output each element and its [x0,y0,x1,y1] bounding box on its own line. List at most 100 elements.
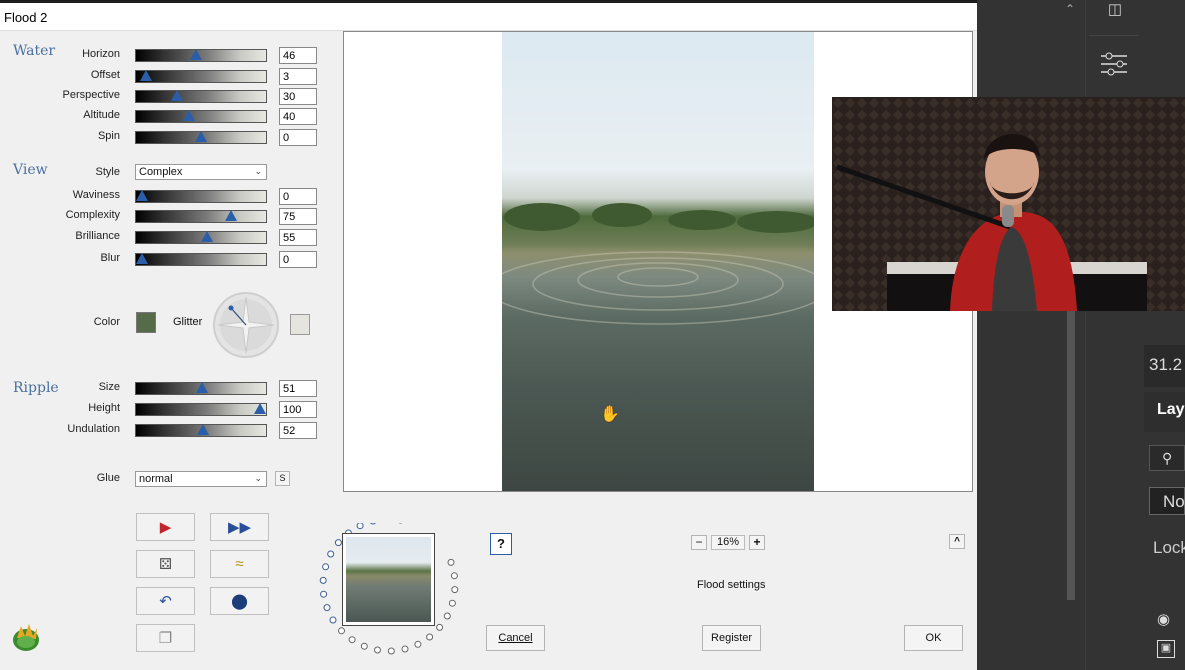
visibility-eye-icon[interactable]: ◉ [1157,610,1170,628]
slider-thumb[interactable] [171,90,184,101]
preset-dot[interactable] [450,572,458,580]
slider-thumb[interactable] [183,110,196,121]
preview-image [502,32,814,491]
sliders-icon[interactable] [1089,35,1139,90]
slider-spin[interactable] [135,131,267,144]
preset-dot[interactable] [426,633,434,641]
slider-blur[interactable] [135,253,267,266]
help-button[interactable]: ? [490,533,512,555]
reset-button[interactable]: ⬤ [210,587,269,615]
panel-scrollbar[interactable] [1067,300,1075,600]
style-dropdown[interactable]: Complex ⌄ [135,164,267,180]
app-logo [11,622,41,652]
chevron-down-icon: ⌄ [254,473,262,483]
search-layer-field[interactable]: ⚲ [1149,445,1185,471]
slider-size[interactable] [135,382,267,395]
preset-dot[interactable] [334,539,342,547]
style-value: Complex [139,166,183,178]
slider-altitude[interactable] [135,110,267,123]
glitter-dial[interactable] [212,291,280,359]
preset-dot[interactable] [401,645,409,653]
preset-dot[interactable] [369,517,377,525]
slider-thumb[interactable] [197,424,210,435]
ripple-rings [502,203,814,325]
preset-dot[interactable] [320,590,328,598]
layers-tab[interactable]: Lay [1144,392,1185,432]
value-field[interactable]: 31.2 [1144,345,1185,387]
slider-undulation[interactable] [135,424,267,437]
slider-height[interactable] [135,403,267,416]
slider-perspective[interactable] [135,90,267,103]
slider-thumb[interactable] [195,131,207,142]
preset-dot[interactable] [360,642,368,650]
preset-dot[interactable] [443,612,451,620]
zoom-out-button[interactable]: − [691,535,707,550]
glitter-swatch[interactable] [290,314,310,335]
preset-dot[interactable] [387,647,395,655]
slider-thumb[interactable] [190,49,203,60]
preset-thumbnail[interactable] [342,533,435,626]
thumbnail-image [346,537,431,622]
slider-thumb[interactable] [196,382,209,393]
slider-thumb[interactable] [136,253,148,264]
preset-dot[interactable] [329,616,337,624]
layer-thumb-icon[interactable]: ▣ [1157,640,1175,658]
slider-value-field[interactable]: 51 [279,380,317,397]
layer-tool-icon[interactable]: ◫ [1095,0,1135,22]
copy-button[interactable]: ❐ [136,624,195,652]
preset-dot[interactable] [448,599,456,607]
preset-dot[interactable] [447,558,455,566]
copy-icon: ❐ [158,630,173,647]
ok-button[interactable]: OK [904,625,963,651]
slider-thumb[interactable] [136,190,148,201]
title-bar[interactable]: Flood 2 [0,3,977,31]
preset-dot[interactable] [451,586,459,594]
slider-value-field[interactable]: 75 [279,208,317,225]
slider-value-field[interactable]: 52 [279,422,317,439]
forward-button[interactable]: ▶▶ [210,513,269,541]
register-button[interactable]: Register [702,625,761,651]
slider-thumb[interactable] [200,231,213,242]
cancel-button[interactable]: Cancel [486,625,545,651]
slider-value-field[interactable]: 55 [279,229,317,246]
slider-value-field[interactable]: 0 [279,188,317,205]
slider-value-field[interactable]: 100 [279,401,317,418]
play-button[interactable]: ▶ [136,513,195,541]
collapse-button[interactable]: ^ [949,534,965,549]
slider-waviness[interactable] [135,190,267,203]
s-button[interactable]: S [275,471,290,486]
slider-thumb[interactable] [224,210,237,221]
zoom-value[interactable]: 16% [711,535,745,550]
preset-dot[interactable] [327,550,335,558]
undo-button[interactable]: ↶ [136,587,195,615]
color-swatch[interactable] [136,312,156,333]
slider-value-field[interactable]: 0 [279,129,317,146]
slider-thumb[interactable] [254,403,266,414]
wave-button[interactable]: ≈ [210,550,269,578]
slider-horizon[interactable] [135,49,267,62]
slider-thumb[interactable] [139,70,152,81]
preset-dot[interactable] [356,522,364,530]
panel-scroll-up-icon[interactable]: ⌃ [1065,2,1075,16]
slider-brilliance[interactable] [135,231,267,244]
preset-dot[interactable] [323,604,331,612]
slider-complexity[interactable] [135,210,267,223]
slider-value-field[interactable]: 30 [279,88,317,105]
glue-dropdown[interactable]: normal ⌄ [135,471,267,487]
preset-dot[interactable] [374,646,381,654]
slider-value-field[interactable]: 46 [279,47,317,64]
slider-label: Waviness [72,189,120,201]
blend-mode-dropdown[interactable]: No [1149,487,1185,515]
random-button[interactable]: ⚄ [136,550,195,578]
slider-value-field[interactable]: 40 [279,108,317,125]
slider-value-field[interactable]: 3 [279,68,317,85]
preset-dot[interactable] [322,563,330,571]
preset-dot[interactable] [348,636,356,644]
preset-dot[interactable] [436,623,444,631]
slider-offset[interactable] [135,70,267,83]
preset-dot[interactable] [338,627,345,635]
zoom-in-button[interactable]: + [749,535,765,550]
preset-dot[interactable] [319,576,327,584]
slider-value-field[interactable]: 0 [279,251,317,268]
preset-dot[interactable] [414,640,422,648]
